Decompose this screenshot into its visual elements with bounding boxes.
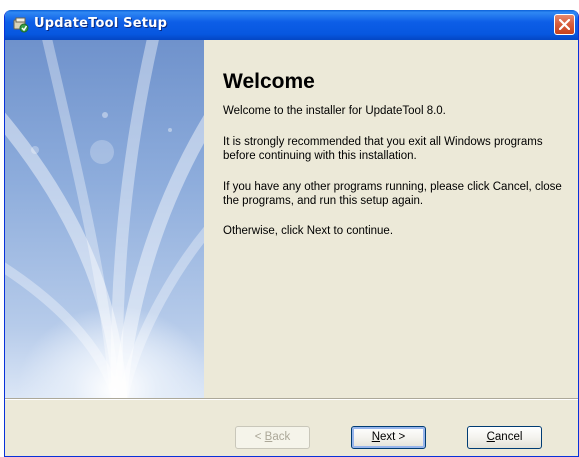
recommendation-text: It is strongly recommended that you exit… [223, 136, 543, 162]
welcome-text: Welcome to the installer for UpdateTool … [223, 105, 446, 117]
button-bar: < Back Next > Cancel [5, 400, 578, 456]
next-button[interactable]: Next > [351, 426, 426, 449]
page-heading: Welcome [223, 70, 315, 93]
wizard-side-image [5, 40, 204, 398]
wizard-content: Welcome Welcome to the installer for Upd… [204, 40, 578, 398]
close-x-icon [559, 19, 570, 30]
close-button[interactable] [554, 14, 575, 35]
cancel-button[interactable]: Cancel [467, 426, 542, 449]
continue-instruction-text: Otherwise, click Next to continue. [223, 225, 394, 237]
back-button[interactable]: < Back [235, 426, 310, 449]
window-title: UpdateTool Setup [34, 16, 168, 31]
setup-window: UpdateTool Setup Welcome Welcome to the … [4, 10, 579, 457]
title-bar[interactable]: UpdateTool Setup [5, 10, 578, 40]
cancel-instruction-text: If you have any other programs running, … [223, 181, 562, 207]
setup-installer-icon [13, 17, 29, 33]
